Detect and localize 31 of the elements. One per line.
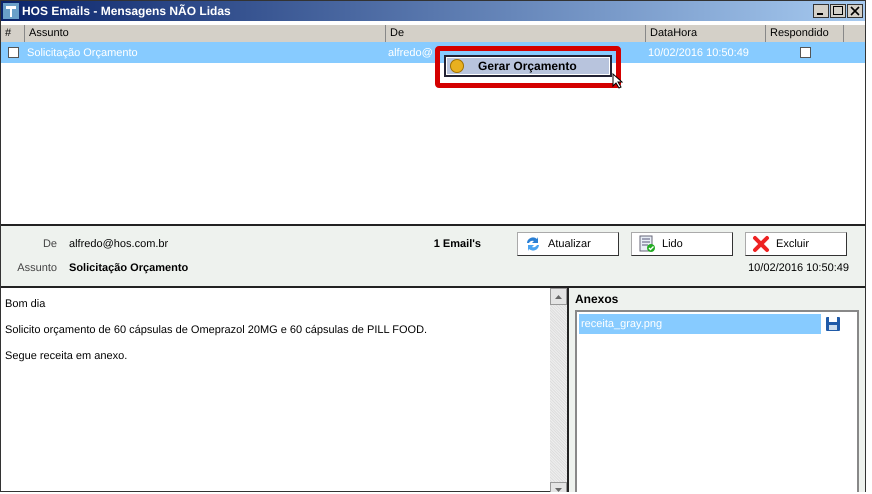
- window-title: HOS Emails - Mensagens NÃO Lidas: [22, 4, 232, 18]
- app-icon: [3, 3, 19, 19]
- close-button[interactable]: [847, 4, 863, 18]
- menu-item[interactable]: Gerar Orçamento: [444, 55, 612, 77]
- checkbox[interactable]: [8, 47, 18, 58]
- save-icon[interactable]: [825, 316, 841, 332]
- panel-title: Anexos: [575, 292, 620, 306]
- delete-button[interactable]: Excluir: [745, 232, 847, 256]
- minimize-button[interactable]: [813, 4, 829, 18]
- delete-icon: [752, 235, 770, 253]
- scroll-up-icon[interactable]: [550, 288, 567, 305]
- subject-text: Solicitação Orçamento: [69, 262, 188, 274]
- document-check-icon: [638, 235, 656, 253]
- mark-read-button[interactable]: Lido: [631, 232, 733, 256]
- date-time: 10/02/2016 10:50:49: [747, 262, 850, 274]
- refresh-icon: [524, 235, 542, 253]
- message-paragraph: Bom dia: [5, 298, 46, 310]
- email-count: 1 Email's: [434, 238, 481, 250]
- message-paragraph: Segue receita em anexo.: [5, 350, 128, 362]
- field-label: De: [42, 238, 57, 250]
- field-label: Assunto: [16, 262, 57, 274]
- sender-address: alfredo@hos.com.br: [69, 238, 170, 250]
- table-cell-text: Solicitação Orçamento: [26, 46, 139, 58]
- maximize-button[interactable]: [830, 4, 846, 18]
- message-paragraph: Solicito orçamento de 60 cápsulas de Omeprazol 20MG e 60 cápsulas de PILL FOOD.: [5, 324, 428, 336]
- table-cell-text: alfredo@: [387, 46, 434, 58]
- cursor-icon: [612, 73, 623, 89]
- coin-icon: [450, 59, 464, 73]
- checkbox[interactable]: [800, 47, 810, 58]
- table-cell-text: 10/02/2016 10:50:49: [647, 46, 750, 58]
- refresh-button[interactable]: Atualizar: [517, 232, 619, 256]
